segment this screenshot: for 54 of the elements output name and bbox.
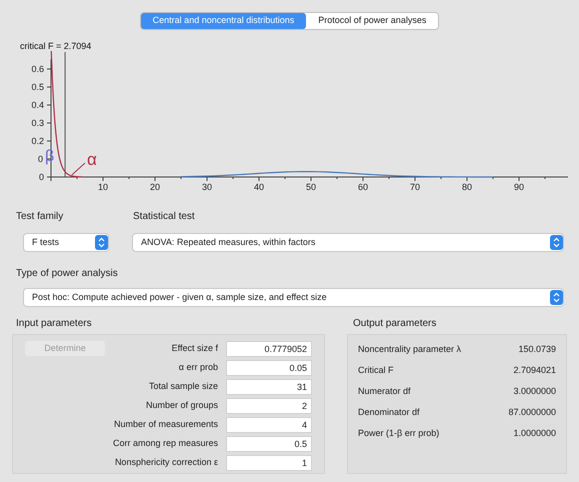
parameter-label: Critical F — [358, 364, 394, 377]
input-field[interactable]: 4 — [226, 417, 312, 433]
axis-label: 10 — [98, 182, 108, 192]
parameter-label: Corr among rep measures — [112, 437, 218, 450]
axis-label: 0.4 — [31, 100, 44, 110]
axis-label: 0.2 — [31, 136, 44, 146]
stepper-icon — [550, 290, 563, 305]
dropdown[interactable]: F tests — [24, 234, 108, 251]
critical-value-caption: critical F = 2.7094 — [20, 41, 92, 51]
section-title: Output parameters — [352, 317, 438, 331]
parameter-value: 3.0000000 — [513, 384, 556, 398]
parameter-label: Numerator df — [358, 384, 411, 398]
parameter-label: Effect size f — [172, 342, 218, 356]
parameter-value: 1.0000000 — [513, 426, 556, 440]
field-label: Statistical test — [133, 210, 196, 224]
axis-label: 40 — [254, 182, 264, 192]
axis-label: 60 — [358, 182, 368, 192]
input-field[interactable]: 2 — [226, 398, 312, 414]
parameter-label: Total sample size — [148, 380, 218, 394]
parameter-label: Noncentrality parameter λ — [358, 342, 462, 356]
dropdown[interactable]: Post hoc: Compute achieved power - given α, sample size, and effect size — [24, 289, 563, 306]
axis-label: 0.5 — [31, 82, 44, 92]
axis-label: 0 — [38, 154, 43, 164]
parameter-label: α err prob — [178, 361, 218, 374]
input-field[interactable]: 0.7779052 — [226, 341, 312, 357]
axis-label: 20 — [150, 182, 160, 192]
axis-label: 0.3 — [31, 118, 44, 128]
axis-label: 0 — [38, 172, 44, 182]
field-label: Test family — [16, 210, 64, 224]
parameter-value: 2.7094021 — [513, 364, 556, 377]
input-field[interactable]: 0.5 — [226, 436, 312, 452]
axis-label: 0.6 — [31, 64, 44, 74]
alpha-symbol: α — [87, 150, 97, 169]
axis-label: 50 — [306, 182, 316, 192]
parameter-label: Number of groups — [146, 399, 218, 412]
axis-label: 80 — [462, 182, 472, 192]
parameter-value: 87.0000000 — [508, 406, 556, 419]
axis-label: 90 — [514, 182, 524, 192]
parameter-label: Power (1-β err prob) — [358, 426, 440, 440]
axis-label: 30 — [202, 182, 212, 192]
parameter-label: Denominator df — [358, 406, 420, 419]
parameter-label: Number of measurements — [114, 418, 218, 432]
stepper-icon — [550, 235, 563, 250]
parameter-value: 150.0739 — [518, 342, 556, 356]
dropdown[interactable]: ANOVA: Repeated measures, within factors — [133, 234, 563, 251]
input-field[interactable]: 1 — [226, 455, 312, 471]
leader-line — [71, 162, 86, 176]
stepper-icon — [95, 235, 108, 250]
parameter-label: Nonsphericity correction ε — [114, 456, 218, 470]
input-field[interactable]: 31 — [226, 379, 312, 395]
field-label: Type of power analysis — [16, 267, 119, 281]
section-title: Input parameters — [15, 317, 93, 331]
axis-label: 70 — [410, 182, 420, 192]
input-field[interactable]: 0.05 — [226, 360, 312, 376]
